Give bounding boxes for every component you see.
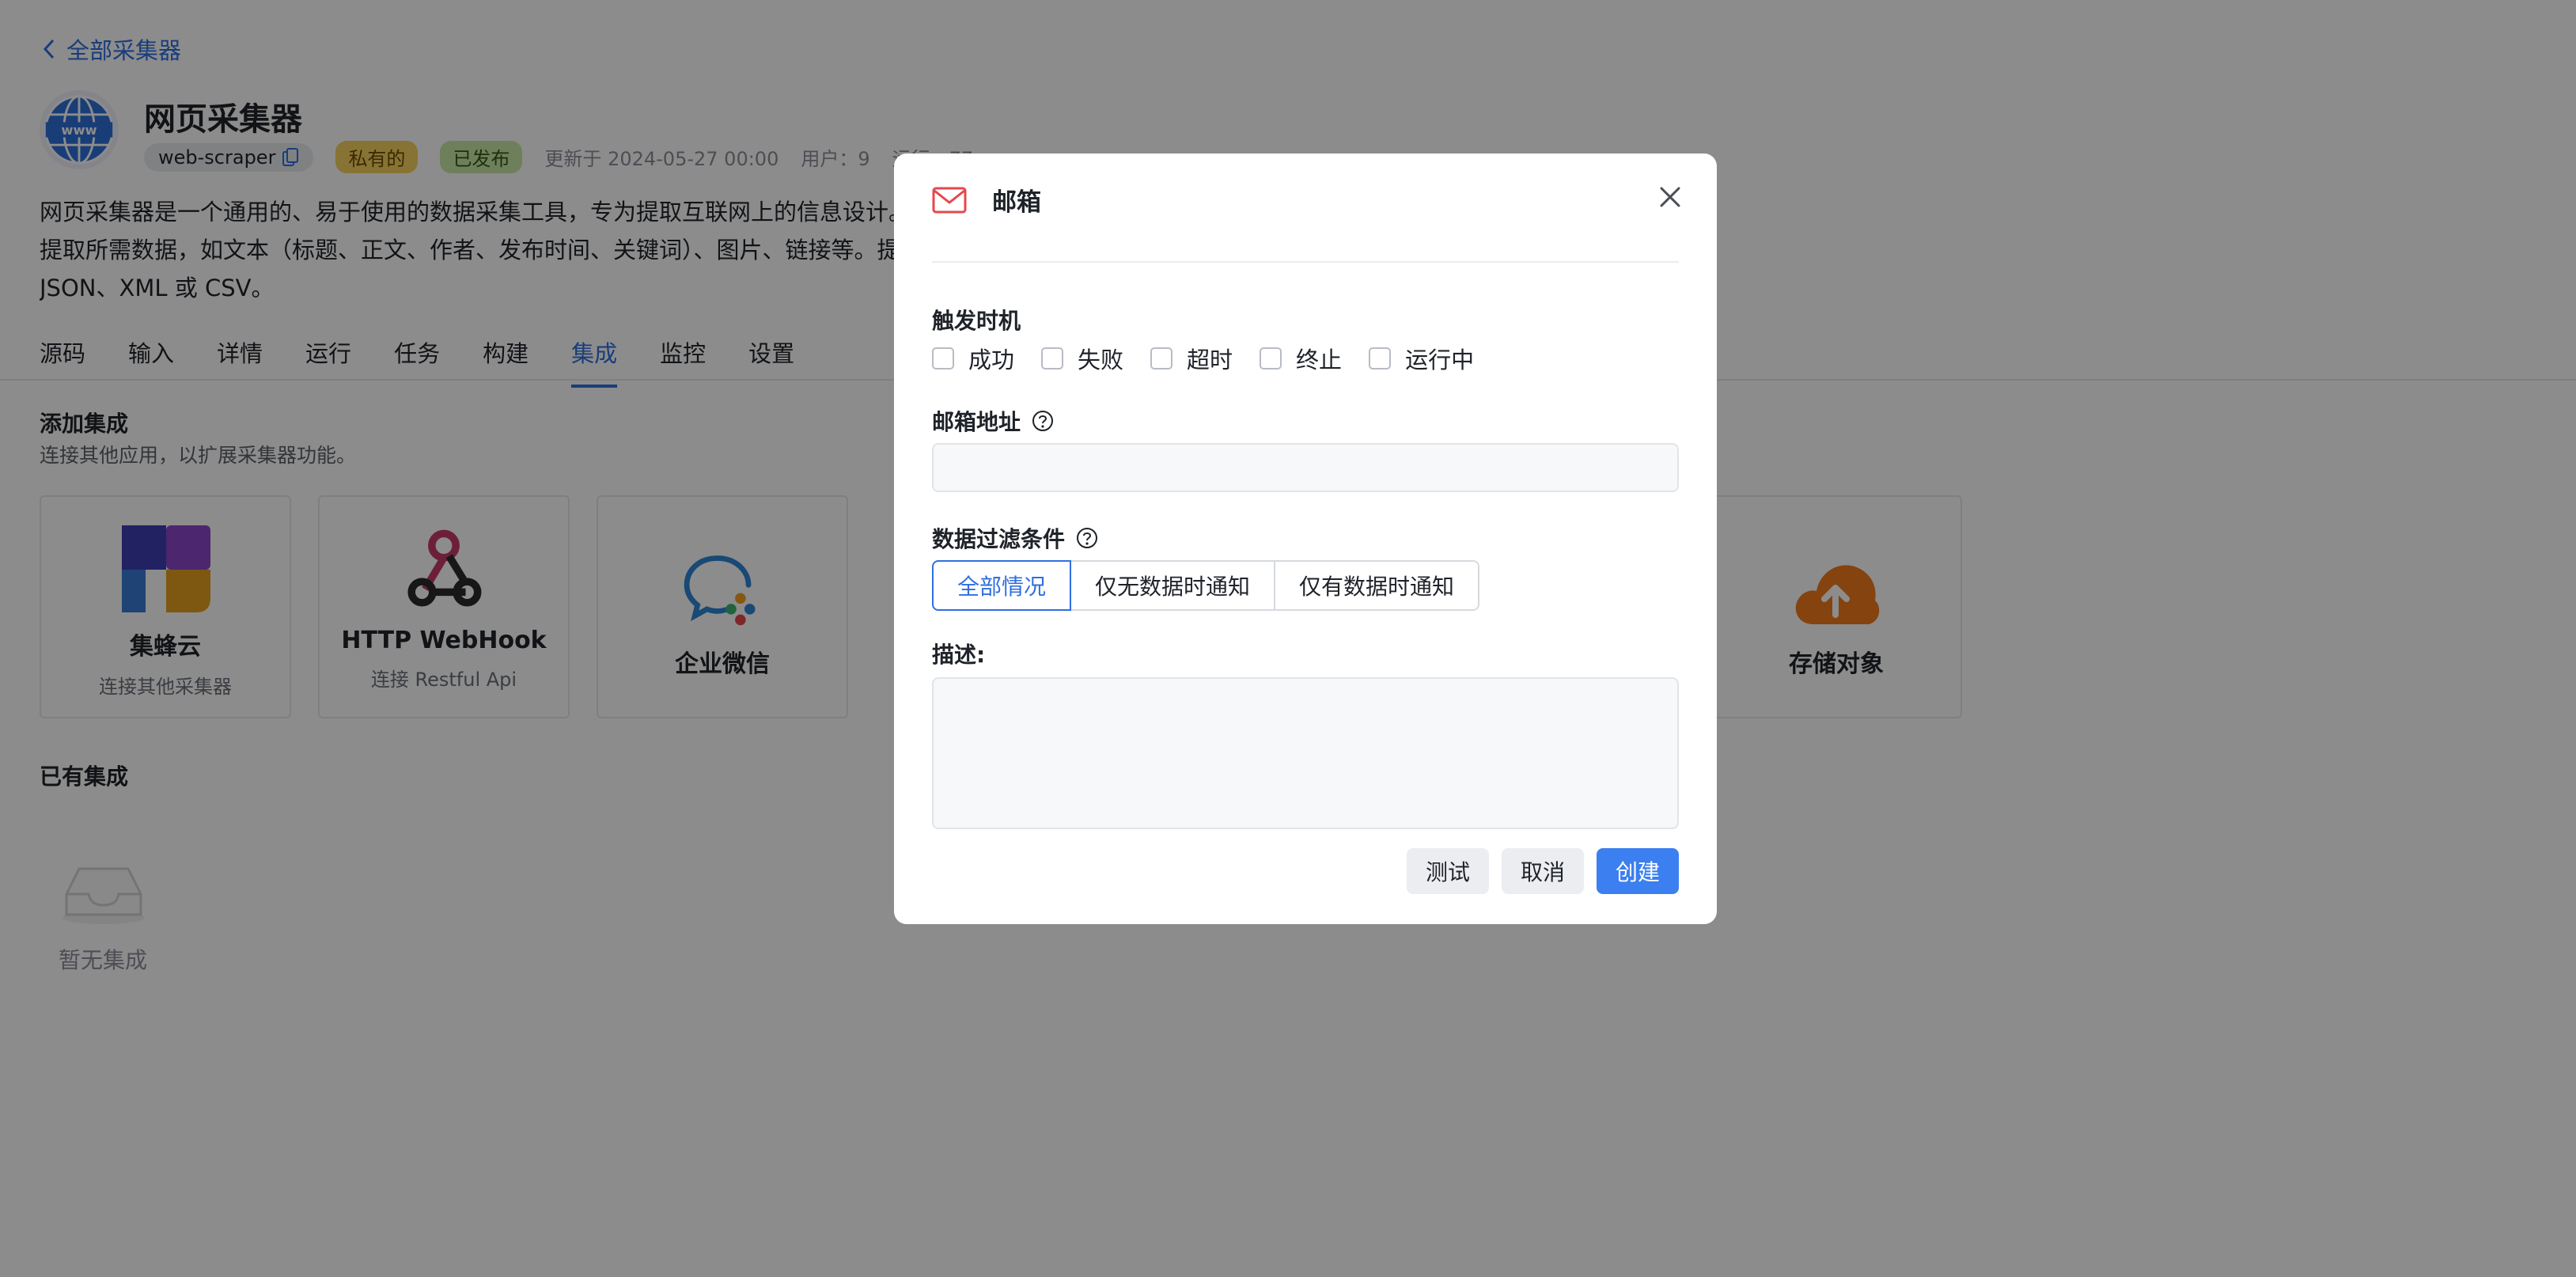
trigger-running[interactable]: 运行中 [1369, 342, 1474, 375]
checkbox[interactable] [1369, 347, 1392, 369]
filter-option-no-data[interactable]: 仅无数据时通知 [1070, 560, 1276, 611]
cancel-button[interactable]: 取消 [1502, 848, 1584, 894]
filter-label: 数据过滤条件 [932, 522, 1098, 554]
email-label-text: 邮箱地址 [932, 409, 1021, 435]
test-button[interactable]: 测试 [1407, 848, 1489, 894]
trigger-checkbox-group: 成功 失败 超时 终止 运行中 [932, 342, 1501, 375]
checkbox-label: 成功 [968, 347, 1015, 373]
trigger-label: 触发时机 [932, 304, 1021, 335]
dialog-header: 邮箱 [932, 182, 1041, 218]
dialog-title: 邮箱 [992, 188, 1041, 217]
trigger-label-text: 触发时机 [932, 308, 1021, 334]
page: 全部采集器 www 网页采集器 web-scraper 私有的 已发布 更新于 … [0, 0, 2576, 1277]
trigger-aborted[interactable]: 终止 [1260, 342, 1342, 375]
trigger-failed[interactable]: 失败 [1041, 342, 1123, 375]
help-icon[interactable] [1032, 410, 1054, 432]
help-icon[interactable] [1076, 527, 1098, 549]
filter-option-all[interactable]: 全部情况 [932, 560, 1072, 611]
checkbox[interactable] [1150, 347, 1173, 369]
filter-label-text: 数据过滤条件 [932, 526, 1066, 552]
close-icon[interactable] [1657, 184, 1684, 210]
checkbox[interactable] [1041, 347, 1064, 369]
filter-option-has-data[interactable]: 仅有数据时通知 [1274, 560, 1480, 611]
checkbox[interactable] [1260, 347, 1282, 369]
description-label-text: 描述: [932, 642, 986, 668]
checkbox-label: 超时 [1187, 347, 1233, 373]
email-label: 邮箱地址 [932, 405, 1054, 437]
description-label: 描述: [932, 638, 985, 669]
trigger-success[interactable]: 成功 [932, 342, 1014, 375]
checkbox[interactable] [932, 347, 954, 369]
filter-segmented-control: 全部情况 仅无数据时通知 仅有数据时通知 [932, 560, 1480, 611]
trigger-timeout[interactable]: 超时 [1150, 342, 1233, 375]
email-input[interactable] [932, 443, 1679, 492]
checkbox-label: 终止 [1296, 347, 1343, 373]
create-button[interactable]: 创建 [1597, 848, 1679, 894]
description-textarea[interactable] [932, 677, 1679, 829]
mail-icon [932, 187, 967, 213]
email-integration-dialog: 邮箱 触发时机 成功 失败 超时 终止 运行中 邮箱地址 数据过滤条件 全部情况… [894, 153, 1717, 924]
dialog-divider [932, 261, 1679, 263]
checkbox-label: 失败 [1078, 347, 1124, 373]
checkbox-label: 运行中 [1405, 347, 1475, 373]
